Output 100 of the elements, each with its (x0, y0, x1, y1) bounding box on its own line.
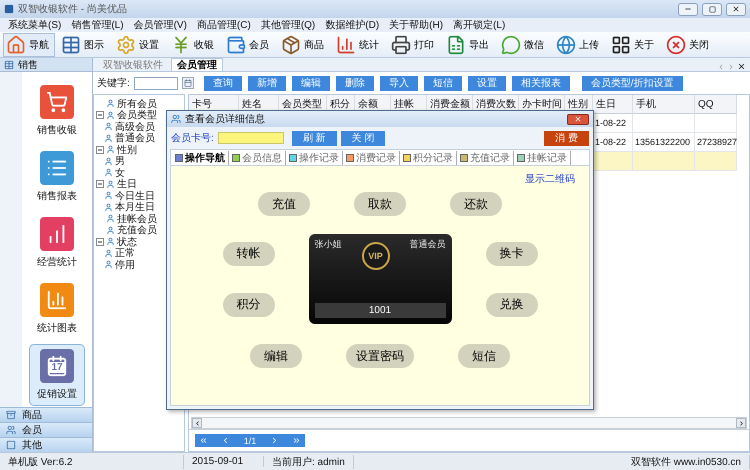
tree-item[interactable]: 状态 (96, 236, 182, 248)
menu-item[interactable]: 其他管理(Q) (260, 18, 316, 32)
section-header[interactable]: 其他 (0, 437, 92, 452)
close-icon[interactable] (737, 62, 746, 71)
toolbar-button[interactable]: 图示 (58, 32, 110, 56)
cart-icon (46, 91, 68, 113)
collapse-icon[interactable] (96, 180, 104, 188)
action-button[interactable]: 编辑 (292, 76, 330, 90)
card-number-label: 会员卡号: (171, 132, 214, 145)
dialog-button[interactable]: 关 闭 (340, 130, 386, 146)
section-header[interactable]: 商品 (0, 407, 92, 422)
toolbar-button[interactable]: 导航 (3, 32, 55, 56)
tree-item[interactable]: 本月生日 (96, 202, 182, 213)
search-label: 关键字: (97, 76, 130, 90)
toolbar-button[interactable]: 关闭 (663, 32, 715, 56)
toolbar-button[interactable]: 会员 (223, 32, 275, 56)
action-button[interactable]: 兑换 (486, 292, 538, 316)
member-name: 张小姐 (314, 238, 342, 251)
tree-item[interactable]: 女 (96, 167, 182, 178)
section-header[interactable]: 会员 (0, 422, 92, 437)
dialog-button[interactable]: 刷 新 (292, 130, 337, 146)
tree-item[interactable]: 会员类型 (96, 110, 182, 121)
menu-item[interactable]: 关于帮助(H) (389, 18, 444, 32)
document-tab[interactable]: 双智收银软件 (97, 58, 169, 71)
nav-item[interactable]: 销售报表 (29, 146, 85, 208)
nav-label: 销售报表 (37, 190, 77, 203)
action-button[interactable]: 编辑 (250, 344, 302, 368)
tree-item[interactable]: 生日 (96, 178, 182, 190)
action-button[interactable]: 还款 (450, 192, 502, 216)
menu-item[interactable]: 销售管理(L) (71, 18, 124, 32)
bar-chart-icon (336, 34, 356, 54)
toolbar-button[interactable]: 打印 (388, 32, 440, 56)
collapse-icon[interactable] (96, 146, 104, 154)
last-page-icon[interactable] (292, 436, 301, 445)
menu-item[interactable]: 离开锁定(L) (453, 18, 506, 32)
close-button[interactable] (726, 2, 746, 16)
action-button[interactable]: 会员类型/折扣设置 (582, 76, 683, 90)
scroll-right-icon[interactable] (727, 63, 735, 71)
toolbar-button[interactable]: 收银 (168, 32, 220, 56)
box-icon (281, 34, 301, 54)
menu-item[interactable]: 商品管理(C) (196, 18, 251, 32)
card-number-field[interactable] (218, 132, 284, 144)
column-header[interactable]: 手机 (633, 95, 695, 114)
menu-item[interactable]: 会员管理(V) (134, 18, 187, 32)
action-button[interactable]: 查询 (204, 76, 242, 90)
person-icon (104, 248, 113, 258)
tree-item[interactable]: 高级会员 (96, 121, 182, 132)
action-button[interactable]: 设置 (468, 76, 506, 90)
first-page-icon[interactable] (199, 436, 208, 445)
consume-button[interactable]: 消 费 (544, 130, 589, 146)
toolbar-button[interactable]: 关于 (608, 32, 660, 56)
toolbar-button[interactable]: 微信 (498, 32, 550, 56)
scroll-right-button[interactable] (736, 418, 746, 428)
column-header[interactable]: 生日 (593, 95, 633, 114)
tree-item[interactable]: 所有会员 (96, 98, 182, 110)
tree-item[interactable]: 正常 (96, 248, 182, 259)
tree-item[interactable]: 今日生日 (96, 190, 182, 202)
scroll-left-button[interactable] (192, 418, 202, 428)
action-button[interactable]: 充值 (258, 192, 310, 216)
action-button[interactable]: 导入 (380, 76, 418, 90)
nav-item[interactable]: 销售收银 (29, 80, 85, 142)
collapse-icon[interactable] (96, 111, 104, 120)
horizontal-scrollbar[interactable] (191, 417, 747, 429)
scroll-left-icon[interactable] (717, 63, 725, 71)
nav-label: 销售收银 (37, 124, 77, 137)
section-label: 会员 (22, 424, 42, 437)
action-button[interactable]: 设置密码 (346, 344, 414, 368)
collapse-icon[interactable] (96, 238, 104, 246)
action-button[interactable]: 短信 (458, 344, 510, 368)
column-header[interactable]: QQ (695, 95, 737, 114)
search-field[interactable] (134, 76, 178, 90)
action-button[interactable]: 相关报表 (512, 76, 570, 90)
nav-item[interactable]: 17 促销设置 (29, 344, 85, 406)
action-button[interactable]: 取款 (354, 192, 406, 216)
section-label: 其他 (22, 438, 42, 452)
toolbar-button[interactable]: 设置 (113, 32, 165, 56)
action-button[interactable]: 积分 (222, 292, 274, 316)
action-button[interactable]: 删除 (336, 76, 374, 90)
nav-item[interactable]: 统计图表 (29, 278, 85, 340)
toolbar-button[interactable]: 商品 (278, 32, 330, 56)
toolbar-button[interactable]: 导出 (443, 32, 495, 56)
maximize-button[interactable] (702, 2, 722, 16)
tree-item[interactable]: 充值会员 (96, 224, 182, 236)
nav-item[interactable]: 经营统计 (29, 212, 85, 274)
toolbar-button[interactable]: 统计 (333, 32, 385, 56)
table-icon (61, 34, 81, 54)
tree-item[interactable]: 停用 (96, 259, 182, 270)
qr-code-link[interactable]: 显示二维码 (525, 172, 575, 186)
menu-item[interactable]: 系统菜单(S) (8, 18, 62, 32)
toolbar-button[interactable]: 上传 (553, 32, 605, 56)
menu-item[interactable]: 数据维护(D) (325, 18, 380, 32)
tree-item[interactable]: 挂帐会员 (96, 213, 182, 224)
close-button[interactable] (567, 114, 589, 124)
action-button[interactable]: 换卡 (486, 242, 538, 266)
document-tab[interactable]: 会员管理 (171, 58, 223, 71)
action-button[interactable]: 短信 (424, 76, 462, 90)
date-text: 2015-09-01 (184, 456, 264, 467)
calendar-button[interactable] (182, 77, 194, 89)
action-button[interactable]: 新增 (248, 76, 286, 90)
action-button[interactable]: 转帐 (222, 242, 274, 266)
